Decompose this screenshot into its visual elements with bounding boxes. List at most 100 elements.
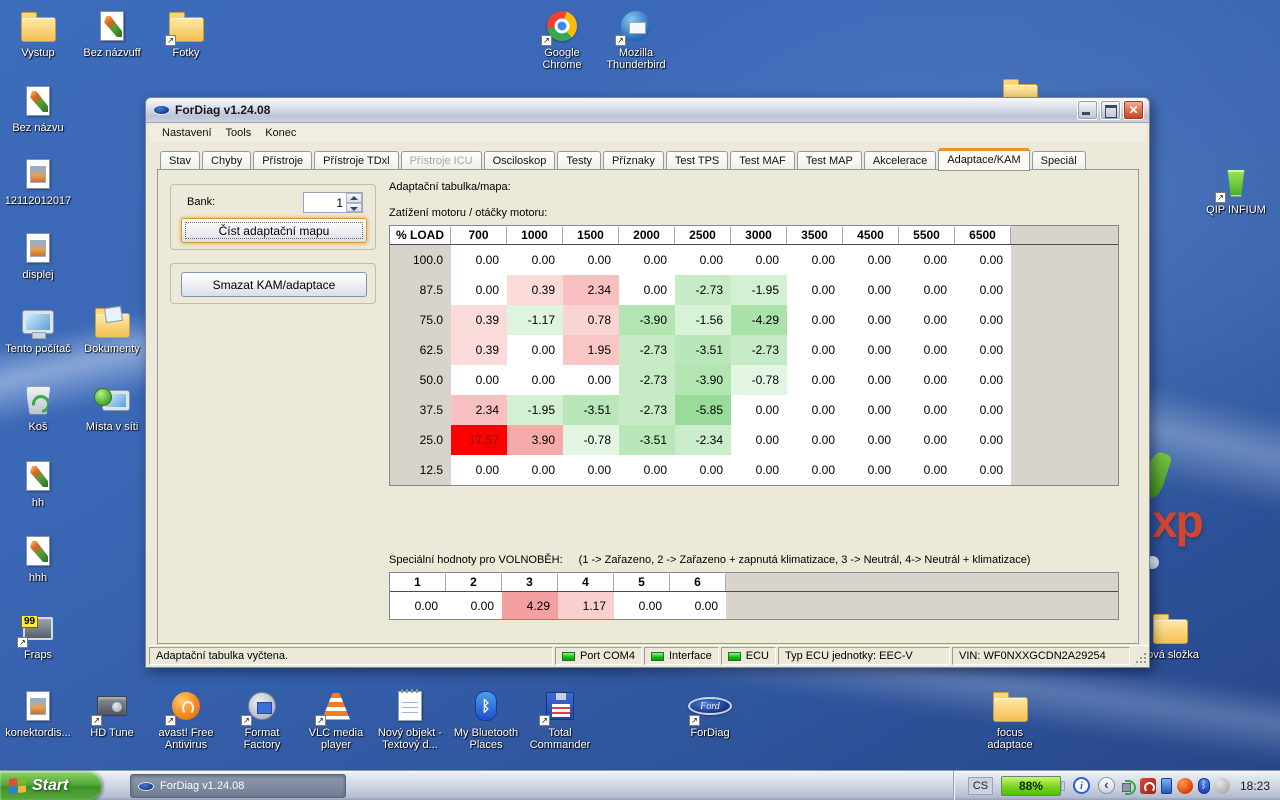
tab-stav[interactable]: Stav — [160, 151, 200, 170]
desktop-icon-focus-adaptace[interactable]: focus adaptace — [974, 688, 1046, 751]
desktop-icon-google-chrome[interactable]: Google Chrome — [526, 8, 598, 71]
desktop-icon-místa-v-síti[interactable]: Místa v síti — [76, 382, 148, 433]
green-led-icon — [728, 652, 741, 661]
menu-item-nastaven-[interactable]: Nastavení — [155, 125, 219, 141]
adaptation-table: % LOAD7001000150020002500300035004500550… — [389, 225, 1119, 486]
table-cell: 0.39 — [507, 275, 563, 305]
desktop-icon-my-bluetooth-places[interactable]: ᛒMy Bluetooth Places — [450, 688, 522, 751]
desktop-icon-12112012017[interactable]: 12112012017 — [2, 156, 74, 207]
folder-icon — [15, 8, 61, 44]
read-adaptation-map-button[interactable]: Číst adaptační mapu — [181, 218, 367, 243]
minimize-button[interactable] — [1077, 100, 1098, 120]
tab-test-map[interactable]: Test MAP — [797, 151, 862, 170]
recycle-glyph — [26, 386, 51, 415]
title-bar[interactable]: ForDiag v1.24.08 — [146, 98, 1149, 123]
taskbar-button-fordiag[interactable]: ForDiag v1.24.08 — [130, 774, 346, 798]
table-cell: -3.90 — [619, 305, 675, 335]
tab-osciloskop[interactable]: Osciloskop — [484, 151, 556, 170]
desktop-icon-fordiag[interactable]: FordForDiag — [674, 688, 746, 739]
desktop-icon-konektordis-[interactable]: konektordis... — [2, 688, 74, 739]
table-cell: -2.34 — [675, 425, 731, 455]
tab-testy[interactable]: Testy — [557, 151, 601, 170]
resize-grip[interactable] — [1132, 647, 1148, 665]
avast-icon[interactable] — [1177, 778, 1193, 794]
desktop-icon-nový-objekt-textový-d-[interactable]: Nový objekt - Textový d... — [374, 688, 446, 751]
language-indicator[interactable]: CS — [968, 777, 993, 795]
table-cell: 2.34 — [451, 395, 507, 425]
desktop-icon-fotky[interactable]: Fotky — [150, 8, 222, 59]
desktop-icon-koš[interactable]: Koš — [2, 382, 74, 433]
idle-column-header: 5 — [614, 574, 670, 591]
desktop-icon-vystup[interactable]: Vystup — [2, 8, 74, 59]
table-row: 50.00.000.000.00-2.73-3.90-0.780.000.000… — [390, 365, 1118, 395]
chrome-icon — [539, 8, 585, 44]
desktop-icon-tento-počítač[interactable]: Tento počítač — [2, 304, 74, 355]
maximize-button[interactable] — [1100, 100, 1121, 120]
tab-strip: StavChybyPřístrojePřístroje TDxlPřístroj… — [160, 148, 1135, 170]
desktop-icon-bez-názvuff[interactable]: Bez názvuff — [76, 8, 148, 59]
table-cell: 0.00 — [451, 455, 507, 485]
desktop-icon-hd-tune[interactable]: HD Tune — [76, 688, 148, 739]
tab-test-maf[interactable]: Test MAF — [730, 151, 794, 170]
desktop-icon-format-factory[interactable]: Format Factory — [226, 688, 298, 751]
table-cell: 17.57 — [451, 425, 507, 455]
floppy-icon — [537, 688, 583, 724]
desktop-icon-label: avast! Free Antivirus — [150, 727, 222, 751]
tab-p-stroje[interactable]: Přístroje — [253, 151, 312, 170]
audio-icon[interactable] — [1121, 778, 1137, 794]
table-cell: -2.73 — [619, 365, 675, 395]
collapse-chevron-icon[interactable] — [1098, 777, 1115, 794]
tab-chyby[interactable]: Chyby — [202, 151, 251, 170]
desktop-icon-fraps[interactable]: 99Fraps — [2, 610, 74, 661]
desktop-icon-mozilla-thunderbird[interactable]: Mozilla Thunderbird — [600, 8, 672, 71]
tab-adaptace-kam[interactable]: Adaptace/KAM — [938, 148, 1029, 171]
bank-value[interactable]: 1 — [304, 193, 346, 212]
info-icon[interactable] — [1073, 777, 1090, 794]
desktop-icon-label: ForDiag — [690, 727, 729, 739]
menu-item-tools[interactable]: Tools — [219, 125, 259, 141]
desktop-icon-hh[interactable]: hh — [2, 458, 74, 509]
table-cell: -1.56 — [675, 305, 731, 335]
clear-kam-button[interactable]: Smazat KAM/adaptace — [181, 272, 367, 297]
desktop-icon-total-commander[interactable]: Total Commander — [524, 688, 596, 751]
spinner-up-icon[interactable] — [346, 193, 362, 203]
tab-test-tps[interactable]: Test TPS — [666, 151, 728, 170]
acrobat-icon[interactable] — [1140, 778, 1156, 794]
close-button[interactable] — [1123, 100, 1144, 120]
desktop-icon-displej[interactable]: displej — [2, 230, 74, 281]
desktop-icon-qip-infium[interactable]: QIP INFIUM — [1200, 165, 1272, 216]
desktop-icon-dokumenty[interactable]: Dokumenty — [76, 304, 148, 355]
start-button[interactable]: Start — [0, 771, 102, 800]
desktop-icon-bez-názvu[interactable]: Bez názvu — [2, 83, 74, 134]
desktop-icon-vlc-media-player[interactable]: VLC media player — [300, 688, 372, 751]
desktop-icon-hhh[interactable]: hhh — [2, 533, 74, 584]
window-title: ForDiag v1.24.08 — [175, 103, 1075, 117]
volume-icon[interactable] — [1214, 778, 1230, 794]
tab-speci-l[interactable]: Speciál — [1032, 151, 1086, 170]
tab-akcelerace[interactable]: Akcelerace — [864, 151, 936, 170]
shortcut-arrow-icon — [615, 35, 626, 46]
image-glyph — [26, 159, 50, 189]
table-cell: 0.00 — [563, 365, 619, 395]
bluetooth-icon[interactable] — [1198, 778, 1210, 794]
status-indicator-label: Port COM4 — [580, 650, 635, 662]
tab-p-znaky[interactable]: Příznaky — [603, 151, 664, 170]
idle-cell: 1.17 — [558, 592, 614, 619]
image-icon — [15, 688, 61, 724]
bank-spinner[interactable]: 1 — [303, 192, 363, 213]
desktop-icon-label: Vystup — [21, 47, 54, 59]
spinner-down-icon[interactable] — [346, 203, 362, 213]
table-cell: -5.85 — [675, 395, 731, 425]
tab-p-stroje-tdxl[interactable]: Přístroje TDxl — [314, 151, 398, 170]
battery-tray-icon[interactable] — [1161, 778, 1172, 794]
status-indicator-label: ECU — [746, 650, 769, 662]
image-icon — [15, 230, 61, 266]
desktop-icon-avast-free-antivirus[interactable]: avast! Free Antivirus — [150, 688, 222, 751]
battery-indicator[interactable]: 88% — [1001, 776, 1061, 796]
row-load-label: 87.5 — [390, 275, 451, 305]
table-cell: 0.00 — [899, 395, 955, 425]
idle-section-header: Speciální hodnoty pro VOLNOBĚH: (1 -> Za… — [389, 554, 1030, 566]
ff-glyph — [248, 692, 276, 720]
table-cell: 0.00 — [955, 365, 1011, 395]
menu-item-konec[interactable]: Konec — [258, 125, 303, 141]
